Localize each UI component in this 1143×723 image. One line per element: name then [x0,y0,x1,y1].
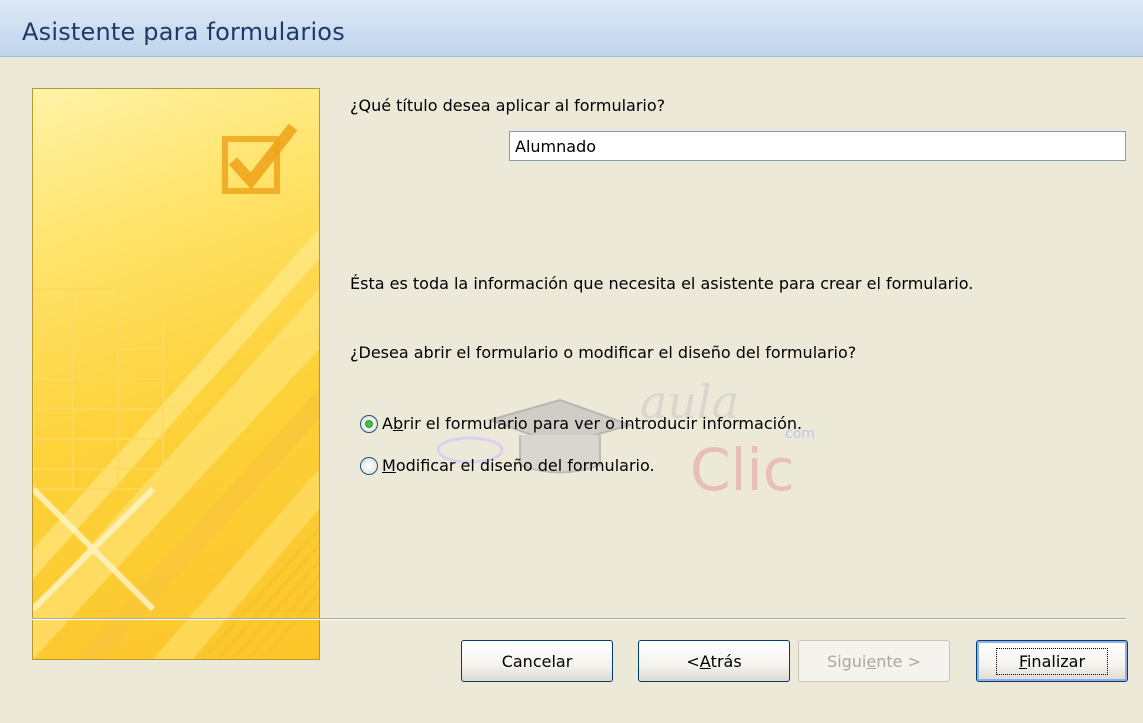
option-modify-design[interactable]: Modificar el diseño del formulario. [360,456,655,475]
window-titlebar: Asistente para formularios [0,0,1143,57]
checkbox-check-icon [33,123,319,659]
radio-open-form[interactable] [360,414,378,433]
finish-button[interactable]: Finalizar [976,640,1128,682]
option-open-form-label: Abrir el formulario para ver o introduci… [382,414,803,433]
open-question: ¿Desea abrir el formulario o modificar e… [350,343,857,362]
next-button[interactable]: Sigui e nte > [798,640,950,682]
info-text: Ésta es toda la información que necesita… [350,274,974,293]
footer-separator [32,618,1126,620]
option-open-form[interactable]: Abrir el formulario para ver o introduci… [360,414,802,433]
wizard-side-image [32,88,320,660]
title-question: ¿Qué título desea aplicar al formulario? [350,96,666,115]
option-modify-design-label: Modificar el diseño del formulario. [382,456,655,475]
radio-modify-design[interactable] [360,456,378,475]
back-button[interactable]: < Atrás [638,640,790,682]
form-title-input[interactable] [509,131,1126,161]
window-title: Asistente para formularios [22,18,345,46]
finish-focus-ring: Finalizar [995,647,1109,675]
cancel-button[interactable]: Cancelar [461,640,613,682]
